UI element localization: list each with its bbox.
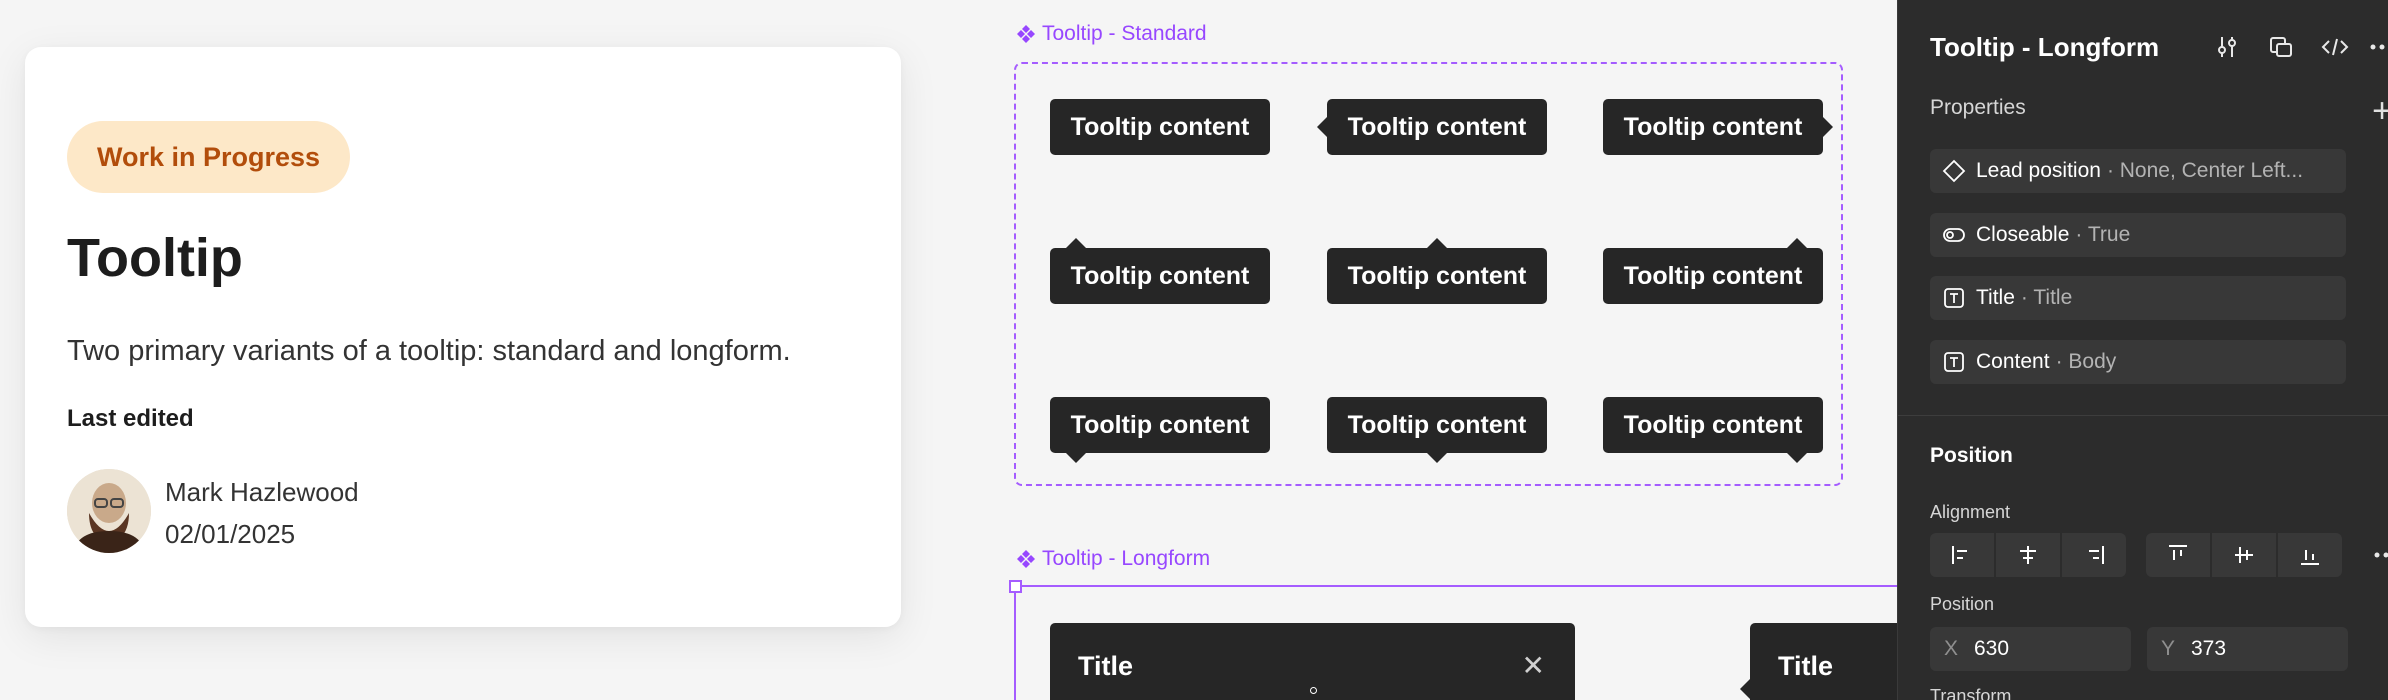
tooltip[interactable]: Tooltip content [1317, 99, 1547, 155]
property-name: Closeable [1976, 223, 2070, 246]
tooltip-text: Tooltip content [1070, 262, 1250, 290]
component-icon [1017, 550, 1035, 568]
tooltip-pointer [1740, 679, 1750, 699]
tooltip-text: Tooltip content [1623, 262, 1803, 290]
tooltip-text: Tooltip content [1347, 113, 1527, 141]
property-value: · None, Center Left... [2106, 159, 2304, 182]
x-value: 630 [1974, 637, 2010, 660]
tooltip-text: Tooltip content [1070, 113, 1250, 141]
tooltip[interactable]: Tooltip content [1603, 397, 1823, 463]
longform-title: Title [1078, 651, 1134, 681]
tooltip-text: Tooltip content [1347, 262, 1527, 290]
avatar [67, 469, 151, 553]
selection-handle[interactable] [1009, 580, 1022, 593]
frame-tooltip-longform[interactable]: Title ✕ Title [1009, 580, 1950, 700]
tooltip-pointer [1317, 117, 1327, 137]
y-position-field[interactable]: Y 373 [2147, 627, 2348, 671]
property-value: · True [2075, 223, 2131, 246]
longform-tooltip[interactable]: Title ✕ [1050, 623, 1575, 700]
tooltip-pointer [1787, 238, 1807, 248]
position-heading: Position [1930, 444, 2013, 467]
edit-date: 02/01/2025 [165, 519, 296, 549]
position-label: Position [1930, 594, 1995, 614]
status-badge: Work in Progress [67, 121, 351, 193]
text-icon [1944, 352, 1964, 372]
tooltip[interactable]: Tooltip content [1327, 397, 1547, 463]
property-name: Title [1976, 286, 2015, 309]
tooltip-text: Tooltip content [1623, 113, 1803, 141]
diamond-icon [1942, 159, 1966, 183]
tooltip[interactable]: Tooltip content [1050, 397, 1270, 463]
align-left-button[interactable] [1930, 533, 1994, 577]
tooltip-pointer [1787, 453, 1807, 463]
frame-label-text: Tooltip - Longform [1042, 547, 1211, 570]
x-label: X [1944, 637, 1959, 660]
transform-label: Transform [1930, 686, 2012, 700]
more-icon[interactable] [2364, 30, 2388, 64]
tooltip[interactable]: Tooltip content [1603, 99, 1833, 155]
author-name: Mark Hazlewood [165, 477, 359, 507]
frame-label-standard[interactable]: Tooltip - Standard [1016, 22, 1207, 46]
y-label: Y [2161, 637, 2176, 660]
x-position-field[interactable]: X 630 [1930, 627, 2131, 671]
align-bottom-button[interactable] [2278, 533, 2342, 577]
property-lead-position[interactable]: Lead position · None, Center Left... [1930, 149, 2346, 193]
property-content[interactable]: Content · Body [1930, 340, 2346, 384]
frame-tooltip-standard[interactable]: Tooltip content Tooltip content Tooltip … [1014, 62, 1843, 486]
property-closeable[interactable]: Closeable · True [1930, 213, 2346, 257]
property-name: Content [1976, 350, 2050, 373]
longform-title: Title [1778, 651, 1834, 681]
alignment-label: Alignment [1930, 502, 2011, 522]
component-instance-icon[interactable] [2264, 30, 2298, 64]
tooltip-text: Tooltip content [1347, 411, 1527, 439]
frame-label-longform[interactable]: Tooltip - Longform [1016, 547, 1210, 571]
tooltip[interactable]: Tooltip content [1603, 238, 1823, 304]
properties-panel: Tooltip - Longform Properties + Lead pos… [1897, 0, 2388, 700]
close-icon[interactable]: ✕ [1522, 649, 1545, 682]
frame-label-text: Tooltip - Standard [1042, 22, 1207, 45]
component-icon [1017, 25, 1035, 43]
y-value: 373 [2191, 637, 2227, 660]
tooltip-pointer [1823, 117, 1833, 137]
align-center-h-button[interactable] [1996, 533, 2060, 577]
property-value: · Title [2020, 286, 2073, 309]
last-edited-label: Last edited [67, 405, 194, 432]
horizontal-align-group [1930, 533, 2126, 577]
panel-title: Tooltip - Longform [1930, 32, 2160, 62]
tooltip-pointer [1427, 238, 1447, 248]
code-icon[interactable] [2318, 30, 2352, 64]
property-name: Lead position [1976, 159, 2101, 182]
property-title[interactable]: Title · Title [1930, 276, 2346, 320]
align-middle-button[interactable] [2212, 533, 2276, 577]
tooltip-text: Tooltip content [1623, 411, 1803, 439]
anchor-dot [1310, 687, 1317, 694]
page-title: Tooltip [67, 228, 243, 288]
panel-divider [1898, 415, 2388, 416]
info-card: Work in Progress Tooltip Two primary var… [25, 47, 901, 627]
tooltip-pointer [1066, 453, 1086, 463]
tooltip[interactable]: Tooltip content [1050, 99, 1270, 155]
page-description: Two primary variants of a tooltip: stand… [67, 335, 791, 367]
tooltip-pointer [1427, 453, 1447, 463]
tooltip[interactable]: Tooltip content [1327, 238, 1547, 304]
tooltip-text: Tooltip content [1070, 411, 1250, 439]
text-icon [1944, 288, 1964, 308]
vertical-align-group [2146, 533, 2342, 577]
add-icon[interactable]: + [2372, 92, 2388, 131]
align-right-button[interactable] [2062, 533, 2126, 577]
tooltip-pointer [1066, 238, 1086, 248]
align-top-button[interactable] [2146, 533, 2210, 577]
tooltip[interactable]: Tooltip content [1050, 238, 1270, 304]
property-value: · Body [2055, 350, 2117, 373]
adjustments-icon[interactable] [2210, 30, 2244, 64]
more-icon[interactable] [2368, 538, 2388, 572]
properties-heading: Properties [1930, 96, 2026, 119]
toggle-icon [1943, 228, 1965, 242]
